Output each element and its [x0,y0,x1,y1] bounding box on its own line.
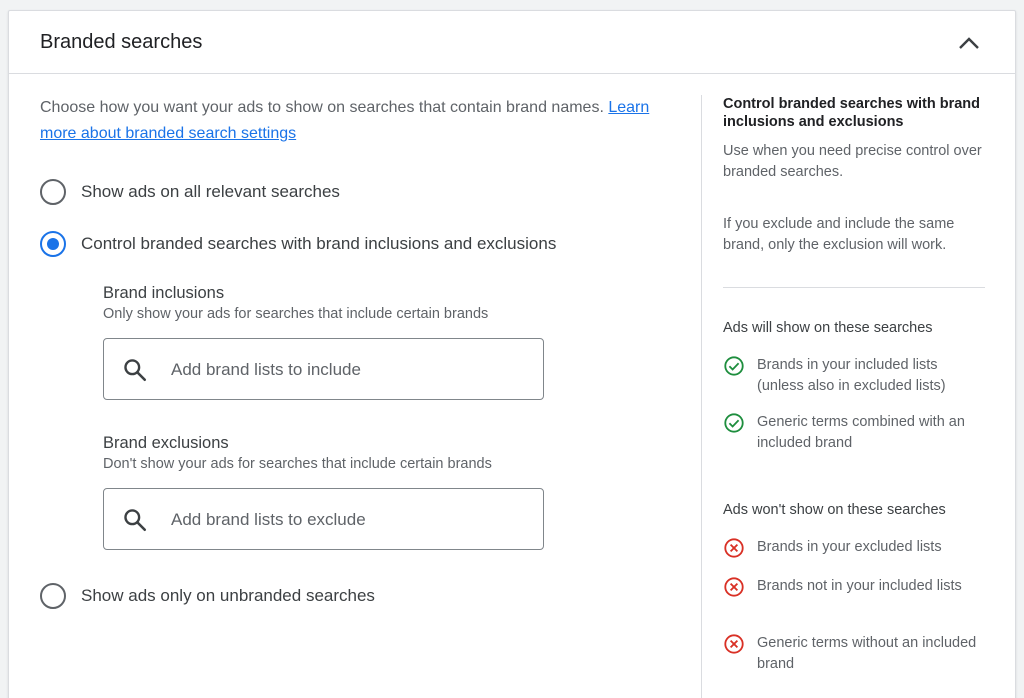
branded-searches-card: Branded searches Choose how you want you… [8,10,1016,698]
radio-control-branded[interactable] [40,231,66,257]
brand-inclusions-search[interactable] [103,338,544,400]
search-icon [124,509,147,532]
option-label: Show ads on all relevant searches [81,182,340,201]
radio-unbranded-only[interactable] [40,583,66,609]
chevron-up-icon [959,37,979,49]
intro-text: Choose how you want your ads to show on … [40,99,604,116]
wont-show-item: Generic terms without an included brand [723,633,987,675]
option-control-branded[interactable]: Control branded searches with brand incl… [40,231,556,257]
brand-exclusions-title: Brand exclusions [103,434,229,452]
will-show-item: Brands in your included lists (unless al… [723,355,987,397]
cancel-circle-icon [724,538,744,558]
check-circle-icon [724,356,744,376]
brand-exclusions-input[interactable] [171,507,531,533]
brand-inclusions-title: Brand inclusions [103,284,225,302]
check-circle-icon [724,413,744,433]
help-panel: Control branded searches with brand incl… [701,95,996,698]
will-show-text: Brands in your included lists (unless al… [757,357,946,394]
cancel-circle-icon [724,634,744,654]
brand-inclusions-section: Brand inclusions Only show your ads for … [103,284,488,322]
help-text-exclusion: If you exclude and include the same bran… [723,216,955,253]
wont-show-item: Brands in your excluded lists [723,537,987,559]
brand-exclusions-description: Don't show your ads for searches that in… [103,456,492,472]
brand-exclusions-search[interactable] [103,488,544,550]
wont-show-text: Generic terms without an included brand [757,635,977,672]
will-show-item: Generic terms combined with an included … [723,412,987,454]
option-all-relevant[interactable]: Show ads on all relevant searches [40,179,340,205]
help-panel-title: Control branded searches with brand incl… [723,96,981,130]
wont-show-heading: Ads won't show on these searches [723,502,946,518]
help-text-precise: Use when you need precise control over b… [723,143,982,180]
brand-inclusions-description: Only show your ads for searches that inc… [103,306,489,322]
option-unbranded-only[interactable]: Show ads only on unbranded searches [40,583,375,609]
card-header: Branded searches [9,11,1015,74]
brand-inclusions-input[interactable] [171,357,531,383]
option-label: Control branded searches with brand incl… [81,234,557,253]
will-show-heading: Ads will show on these searches [723,320,933,336]
option-label: Show ads only on unbranded searches [81,586,375,605]
wont-show-text: Brands not in your included lists [757,578,962,594]
cancel-circle-icon [724,577,744,597]
brand-exclusions-section: Brand exclusions Don't show your ads for… [103,434,492,472]
help-divider [723,287,985,288]
main-settings: Choose how you want your ads to show on … [40,95,680,609]
search-icon [124,359,147,382]
wont-show-item: Brands not in your included lists [723,576,987,598]
will-show-text: Generic terms combined with an included … [757,414,965,451]
collapse-button[interactable] [953,29,985,57]
wont-show-text: Brands in your excluded lists [757,539,942,555]
card-title: Branded searches [40,31,203,53]
radio-all-relevant[interactable] [40,179,66,205]
intro-paragraph: Choose how you want your ads to show on … [40,95,660,147]
